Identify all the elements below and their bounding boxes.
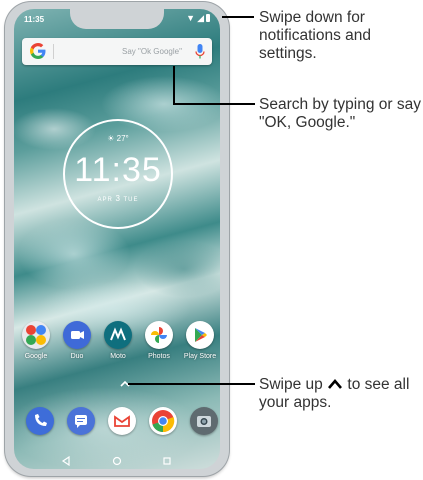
app-moto[interactable]: Moto (98, 321, 138, 360)
messages-icon[interactable] (67, 407, 95, 435)
search-hint: Say "Ok Google" (122, 47, 182, 56)
date-weekday: TUE (123, 197, 139, 203)
chrome-icon[interactable] (149, 407, 177, 435)
home-icon[interactable] (112, 456, 122, 466)
callout-line-search-horizontal (173, 103, 255, 105)
microphone-icon[interactable] (194, 43, 206, 60)
app-duo[interactable]: Duo (57, 321, 97, 360)
battery-icon (206, 14, 210, 22)
callout-line-search-vertical (173, 66, 175, 104)
sun-icon: ☀ (107, 134, 115, 143)
google-search-bar[interactable]: Say "Ok Google" (22, 38, 212, 65)
app-label: Play Store (183, 353, 217, 360)
signal-icon: ◢ (197, 13, 204, 23)
callout-notifications: Swipe down for notifications and setting… (259, 9, 372, 62)
phone-icon[interactable] (26, 407, 54, 435)
camera-icon[interactable] (190, 407, 218, 435)
google-folder-icon (22, 321, 50, 349)
callout-search: Search by typing or say "OK, Google." (259, 96, 421, 131)
recents-icon[interactable] (162, 456, 172, 466)
search-divider (53, 44, 54, 59)
callout-apps-before: Swipe up (259, 376, 323, 393)
clock-time: 11:35 (74, 151, 162, 189)
callout-apps: Swipe up to see all your apps. (259, 376, 421, 412)
app-play-store[interactable]: Play Store (180, 321, 220, 360)
app-photos[interactable]: Photos (139, 321, 179, 360)
chevron-up-icon (328, 379, 343, 389)
clock-widget[interactable]: ☀ 27° 11:35 APR 3 TUE (63, 119, 173, 229)
date-day: 3 (115, 194, 121, 203)
app-label: Photos (148, 353, 170, 360)
app-google-folder[interactable]: Google (16, 321, 56, 360)
home-screen: 11:35 ▼ ◢ Say "Ok Google" ☀ 27° 11:35 AP… (14, 9, 220, 469)
status-bar-time: 11:35 (24, 15, 45, 24)
clock-date: APR 3 TUE (65, 194, 171, 203)
app-label: Moto (110, 353, 126, 360)
callout-line-apps (128, 383, 255, 385)
duo-icon (63, 321, 91, 349)
app-label: Duo (70, 353, 84, 360)
phone-device: 11:35 ▼ ◢ Say "Ok Google" ☀ 27° 11:35 AP… (5, 2, 229, 476)
callout-line-notifications (222, 16, 254, 18)
wifi-icon: ▼ (186, 13, 196, 23)
back-icon[interactable] (61, 456, 71, 466)
play-store-icon (186, 321, 214, 349)
status-bar-icons: ▼ ◢ (186, 13, 210, 23)
app-label: Google (24, 353, 48, 360)
display-notch (70, 9, 164, 29)
temperature: 27° (116, 134, 129, 143)
weather-readout: ☀ 27° (65, 134, 171, 143)
photos-icon (145, 321, 173, 349)
gmail-icon[interactable] (108, 407, 136, 435)
google-g-icon (30, 43, 46, 59)
date-month: APR (97, 197, 113, 203)
moto-icon (104, 321, 132, 349)
